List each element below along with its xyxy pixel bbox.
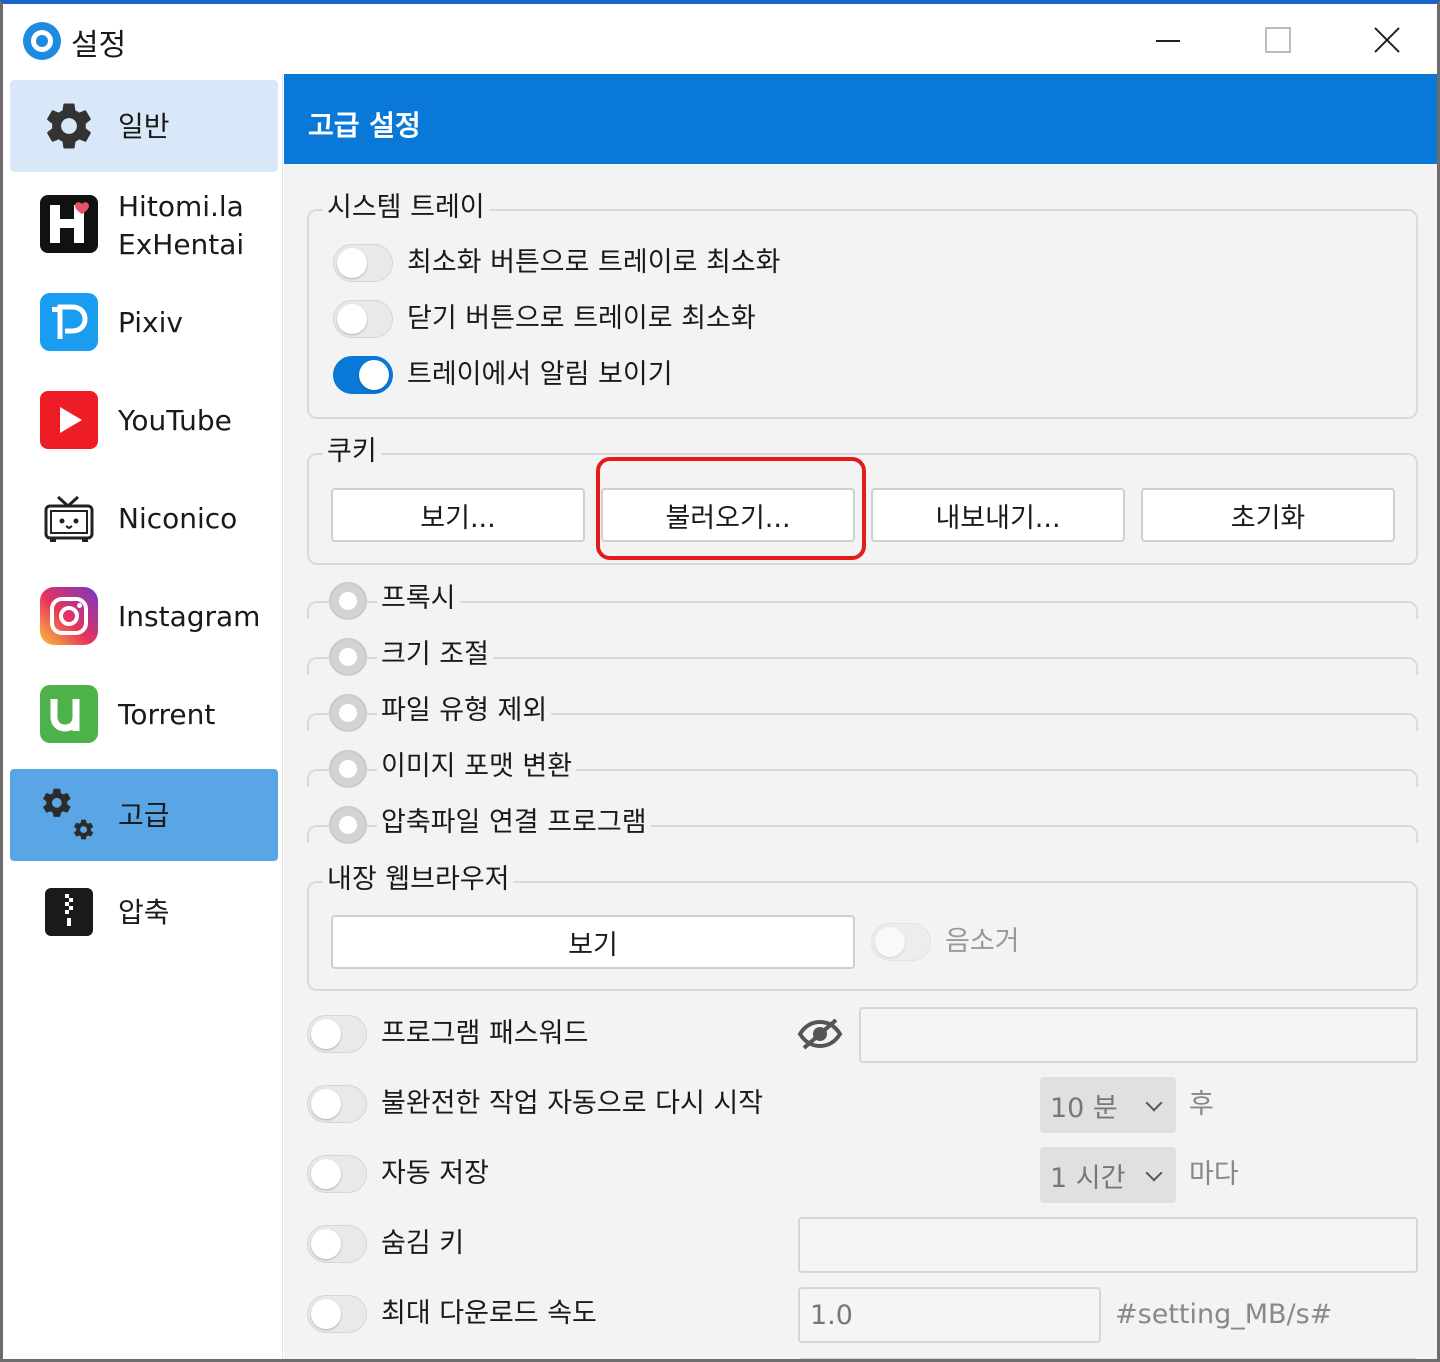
gears-icon (40, 786, 98, 844)
sidebar-item-label: 일반 (118, 110, 170, 143)
system-tray-group: 시스템 트레이 최소화 버튼으로 트레이로 최소화 닫기 버튼으로 트레이로 최… (307, 191, 1418, 419)
autosave-interval-select[interactable]: 1 시간 (1040, 1147, 1176, 1203)
sidebar-item-instagram[interactable]: Instagram (10, 570, 278, 662)
program-password-toggle[interactable] (307, 1015, 367, 1053)
section-label: 프록시 (377, 582, 460, 616)
max-speed-input[interactable]: 1.0 (798, 1287, 1101, 1343)
sidebar: 일반 Hitomi.la ExHentai Pixiv YouTube Nico… (3, 74, 283, 1359)
password-input[interactable] (859, 1007, 1418, 1063)
main-panel: 고급 설정 시스템 트레이 최소화 버튼으로 트레이로 최소화 닫기 버튼으로 … (284, 74, 1437, 1359)
gear-icon (40, 97, 98, 155)
toggle-label: 음소거 (945, 926, 1020, 957)
section-label: 압축파일 연결 프로그램 (377, 806, 651, 840)
section-border (307, 601, 1418, 619)
hide-key-toggle[interactable] (307, 1225, 367, 1263)
mute-toggle[interactable] (871, 923, 931, 961)
minimize-to-tray-toggle[interactable] (333, 244, 393, 282)
auto-restart-toggle[interactable] (307, 1085, 367, 1123)
minimize-button[interactable] (1118, 4, 1218, 74)
sidebar-item-pixiv[interactable]: Pixiv (10, 276, 278, 368)
hide-password-icon[interactable] (796, 1016, 846, 1052)
select-value: 1 시간 (1050, 1162, 1126, 1194)
next-row-input-partial (798, 1358, 1418, 1359)
maximize-button[interactable] (1225, 4, 1325, 74)
exclude-filetype-section[interactable]: 파일 유형 제외 (307, 685, 1418, 741)
group-legend: 내장 웹브라우저 (323, 863, 514, 897)
title-bar[interactable]: 설정 (3, 4, 1437, 74)
restart-delay-select[interactable]: 10 분 (1040, 1077, 1176, 1133)
export-cookies-button[interactable]: 내보내기... (871, 488, 1125, 542)
sidebar-item-label: Pixiv (118, 306, 183, 339)
instagram-icon (40, 587, 98, 645)
niconico-icon (40, 489, 98, 547)
sidebar-item-youtube[interactable]: YouTube (10, 374, 278, 466)
section-label: 파일 유형 제외 (377, 694, 552, 728)
youtube-icon (40, 391, 98, 449)
pixiv-icon (40, 293, 98, 351)
exclude-filetype-radio[interactable] (329, 694, 367, 732)
toggle-label: 숨김 키 (381, 1228, 465, 1259)
toggle-label: 최대 다운로드 속도 (381, 1298, 597, 1329)
sidebar-item-label: Torrent (118, 698, 216, 731)
app-logo-icon (23, 22, 61, 60)
resize-radio[interactable] (329, 638, 367, 676)
sidebar-item-compression[interactable]: 압축 (10, 866, 278, 958)
chevron-down-icon (1145, 1094, 1163, 1112)
group-legend: 쿠키 (323, 435, 381, 469)
web-browser-group: 내장 웹브라우저 보기 음소거 (307, 863, 1418, 991)
close-to-tray-toggle[interactable] (333, 300, 393, 338)
toggle-label: 최소화 버튼으로 트레이로 최소화 (407, 247, 781, 278)
sidebar-item-label: 압축 (118, 896, 170, 929)
sidebar-item-label: YouTube (118, 404, 232, 437)
resize-section[interactable]: 크기 조절 (307, 629, 1418, 685)
toggle-label: 자동 저장 (381, 1158, 489, 1189)
toggle-label: 닫기 버튼으로 트레이로 최소화 (407, 303, 756, 334)
toggle-label: 트레이에서 알림 보이기 (407, 359, 673, 390)
section-label: 크기 조절 (377, 638, 493, 672)
sidebar-item-niconico[interactable]: Niconico (10, 472, 278, 564)
max-speed-toggle[interactable] (307, 1295, 367, 1333)
proxy-radio[interactable] (329, 582, 367, 620)
hitomi-icon (40, 195, 98, 253)
highlight-annotation (596, 457, 866, 560)
sidebar-item-label: Hitomi.la (118, 190, 244, 223)
sidebar-item-label: 고급 (118, 799, 170, 832)
max-speed-unit: #setting_MB/s# (1115, 1299, 1333, 1330)
autosave-toggle[interactable] (307, 1155, 367, 1193)
sidebar-item-label: Niconico (118, 502, 238, 535)
sidebar-item-advanced[interactable]: 고급 (10, 769, 278, 861)
page-title: 고급 설정 (308, 109, 421, 142)
section-label: 이미지 포맷 변환 (377, 750, 577, 784)
view-cookies-button[interactable]: 보기... (331, 488, 585, 542)
sidebar-item-label-secondary: ExHentai (118, 228, 245, 261)
restart-suffix: 후 (1189, 1089, 1214, 1120)
image-convert-radio[interactable] (329, 750, 367, 788)
zip-icon (40, 883, 98, 941)
select-value: 10 분 (1050, 1092, 1118, 1124)
close-button[interactable] (1336, 4, 1436, 74)
view-browser-button[interactable]: 보기 (331, 915, 855, 969)
panel-header: 고급 설정 (284, 74, 1437, 164)
hide-key-input[interactable] (798, 1217, 1418, 1273)
window-title: 설정 (71, 28, 127, 63)
sidebar-item-label: Instagram (118, 600, 261, 633)
image-convert-section[interactable]: 이미지 포맷 변환 (307, 741, 1418, 797)
toggle-label: 불완전한 작업 자동으로 다시 시작 (381, 1088, 764, 1119)
sidebar-item-hitomi[interactable]: Hitomi.la ExHentai (10, 178, 278, 270)
settings-window: 설정 일반 Hitomi.la ExHentai Pixiv YouTube N… (0, 0, 1440, 1362)
chevron-down-icon (1145, 1164, 1163, 1182)
archive-program-section[interactable]: 압축파일 연결 프로그램 (307, 797, 1418, 853)
max-speed-value: 1.0 (810, 1299, 853, 1331)
sidebar-item-torrent[interactable]: Torrent (10, 668, 278, 760)
toggle-label: 프로그램 패스워드 (381, 1018, 589, 1049)
reset-cookies-button[interactable]: 초기화 (1141, 488, 1395, 542)
group-legend: 시스템 트레이 (323, 191, 489, 225)
autosave-suffix: 마다 (1189, 1159, 1239, 1190)
proxy-section[interactable]: 프록시 (307, 573, 1418, 629)
utorrent-icon (40, 685, 98, 743)
archive-program-radio[interactable] (329, 806, 367, 844)
sidebar-item-general[interactable]: 일반 (10, 80, 278, 172)
tray-notification-toggle[interactable] (333, 356, 393, 394)
